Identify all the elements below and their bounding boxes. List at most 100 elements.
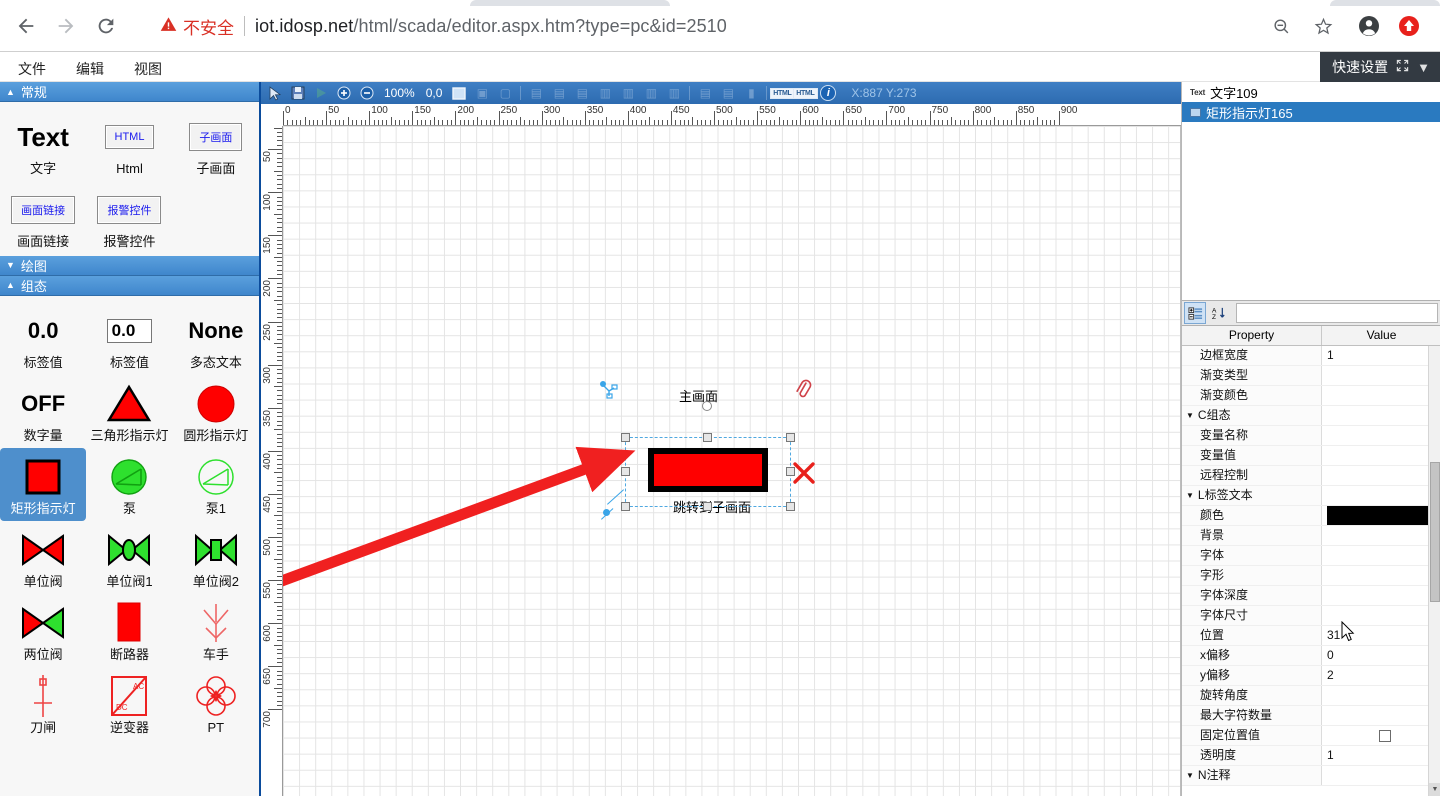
same-height-icon[interactable]: ▤ [718, 84, 738, 102]
property-row[interactable]: 字体 [1182, 546, 1440, 566]
resize-handle-sw[interactable] [621, 502, 630, 511]
property-row[interactable]: 颜色 [1182, 506, 1440, 526]
tool-pump-1[interactable]: 泵1 [173, 448, 259, 521]
properties-filter-field[interactable] [1236, 303, 1438, 323]
same-size-icon[interactable]: ▮ [741, 84, 761, 102]
profile-avatar-icon[interactable] [1356, 13, 1382, 39]
properties-grid[interactable]: 边框宽度1渐变类型渐变颜色▼C组态变量名称变量值远程控制▼L标签文本颜色背景字体… [1182, 346, 1440, 796]
chevron-down-icon[interactable]: ▼ [1186, 766, 1194, 785]
property-value[interactable] [1322, 686, 1440, 705]
align-left-icon[interactable]: ▤ [526, 84, 546, 102]
property-row[interactable]: 变量值 [1182, 446, 1440, 466]
tool-screen-link[interactable]: 画面链接 画面链接 [0, 181, 86, 254]
property-row[interactable]: x偏移0 [1182, 646, 1440, 666]
design-canvas[interactable]: 主画面 跳转到子画面 [283, 126, 1181, 796]
resize-handle-nw[interactable] [621, 433, 630, 442]
zoom-out-icon[interactable] [1268, 13, 1294, 39]
html-preview-icon[interactable]: HTML [795, 84, 815, 102]
property-row[interactable]: 渐变类型 [1182, 366, 1440, 386]
quick-settings-button[interactable]: 快速设置 ▼ [1320, 52, 1440, 82]
chevron-down-icon[interactable]: ▼ [1186, 486, 1194, 505]
omnibox[interactable]: 不安全 iot.idosp.net/html/scada/editor.aspx… [160, 8, 1250, 44]
rotate-handle[interactable] [702, 401, 712, 411]
tool-knife-switch[interactable]: 刀闸 [0, 667, 86, 740]
expand-arrows-icon[interactable] [1396, 59, 1409, 75]
property-row[interactable]: 透明度1 [1182, 746, 1440, 766]
property-value[interactable] [1322, 546, 1440, 565]
delete-x-icon[interactable] [791, 460, 817, 491]
alphabetical-sort-icon[interactable]: AZ [1208, 302, 1230, 324]
property-value[interactable]: 1 [1322, 346, 1440, 365]
component-palette-sidebar[interactable]: ▲ 常规 Text 文字 HTML Html 子画面 子画面 画面链接 画面链接… [0, 82, 261, 796]
property-value[interactable] [1322, 406, 1440, 425]
scroll-down-arrow[interactable]: ▼ [1429, 783, 1440, 796]
properties-scrollbar[interactable]: ▼ [1428, 346, 1440, 796]
property-row[interactable]: 位置31 [1182, 626, 1440, 646]
resize-handle-w[interactable] [621, 467, 630, 476]
property-value[interactable] [1322, 606, 1440, 625]
run-icon[interactable] [311, 84, 331, 102]
property-value[interactable] [1322, 386, 1440, 405]
zoom-level-label[interactable]: 100% [380, 86, 419, 100]
url-text[interactable]: iot.idosp.net/html/scada/editor.aspx.htm… [255, 16, 727, 37]
chevron-down-icon[interactable]: ▼ [1417, 60, 1430, 75]
tree-node-rect-indicator[interactable]: 矩形指示灯165 [1182, 102, 1440, 122]
menu-item-file[interactable]: 文件 [12, 57, 52, 81]
forward-icon[interactable] [52, 12, 80, 40]
tool-unit-valve-2[interactable]: 单位阀2 [173, 521, 259, 594]
property-value[interactable] [1322, 726, 1440, 745]
star-icon[interactable] [1310, 13, 1336, 39]
align-bottom-icon[interactable]: ▥ [641, 84, 661, 102]
property-value[interactable] [1322, 526, 1440, 545]
tool-tag-value-input[interactable]: 0.0 标签值 [86, 302, 172, 375]
property-row[interactable]: 最大字符数量 [1182, 706, 1440, 726]
info-icon[interactable]: i [818, 84, 838, 102]
color-swatch[interactable] [1327, 506, 1440, 525]
object-tree[interactable]: Text 文字109 矩形指示灯165 [1182, 82, 1440, 300]
palette-section-drawing[interactable]: ▼ 绘图 [0, 256, 259, 276]
chevron-down-icon[interactable]: ▼ [1186, 406, 1194, 425]
resize-handle-ne[interactable] [786, 433, 795, 442]
property-row[interactable]: ▼C组态 [1182, 406, 1440, 426]
tool-text[interactable]: Text 文字 [0, 108, 86, 181]
canvas-text-main-screen[interactable]: 主画面 [679, 386, 718, 405]
property-value[interactable]: 2 [1322, 666, 1440, 685]
property-row[interactable]: ▼N注释 [1182, 766, 1440, 786]
paperclip-icon[interactable] [790, 376, 818, 409]
tool-multistate-text[interactable]: None 多态文本 [173, 302, 259, 375]
property-row[interactable]: 边框宽度1 [1182, 346, 1440, 366]
align-middle-v-icon[interactable]: ▥ [618, 84, 638, 102]
tool-triangle-indicator[interactable]: 三角形指示灯 [86, 375, 172, 448]
palette-section-configuration[interactable]: ▲ 组态 [0, 276, 259, 296]
align-right-icon[interactable]: ▤ [572, 84, 592, 102]
property-value[interactable] [1322, 486, 1440, 505]
tool-digital[interactable]: OFF 数字量 [0, 375, 86, 448]
distribute-h-icon[interactable]: ▥ [664, 84, 684, 102]
property-value[interactable] [1322, 706, 1440, 725]
tool-pt[interactable]: PT [173, 667, 259, 740]
property-value[interactable] [1322, 366, 1440, 385]
back-icon[interactable] [12, 12, 40, 40]
insecure-warning[interactable]: 不安全 [160, 14, 234, 39]
property-row[interactable]: 渐变颜色 [1182, 386, 1440, 406]
zoom-in-icon[interactable] [334, 84, 354, 102]
property-row[interactable]: ▼L标签文本 [1182, 486, 1440, 506]
tool-circle-indicator[interactable]: 圆形指示灯 [173, 375, 259, 448]
scrollbar-thumb[interactable] [1430, 462, 1440, 602]
align-center-h-icon[interactable]: ▤ [549, 84, 569, 102]
page-frame-icon[interactable] [449, 84, 469, 102]
tool-unit-valve[interactable]: 单位阀 [0, 521, 86, 594]
property-value[interactable]: 31 [1322, 626, 1440, 645]
resize-handle-se[interactable] [786, 502, 795, 511]
property-value[interactable] [1322, 466, 1440, 485]
palette-section-general[interactable]: ▲ 常规 [0, 82, 259, 102]
tool-alarm-widget[interactable]: 报警控件 报警控件 [86, 181, 172, 254]
property-row[interactable]: 背景 [1182, 526, 1440, 546]
property-value[interactable] [1322, 586, 1440, 605]
tool-html[interactable]: HTML Html [86, 108, 172, 181]
property-row[interactable]: 固定位置值 [1182, 726, 1440, 746]
tree-node-text[interactable]: Text 文字109 [1182, 82, 1440, 102]
link-node-icon[interactable] [600, 380, 618, 398]
zoom-out-icon[interactable] [357, 84, 377, 102]
pointer-icon[interactable] [265, 84, 285, 102]
